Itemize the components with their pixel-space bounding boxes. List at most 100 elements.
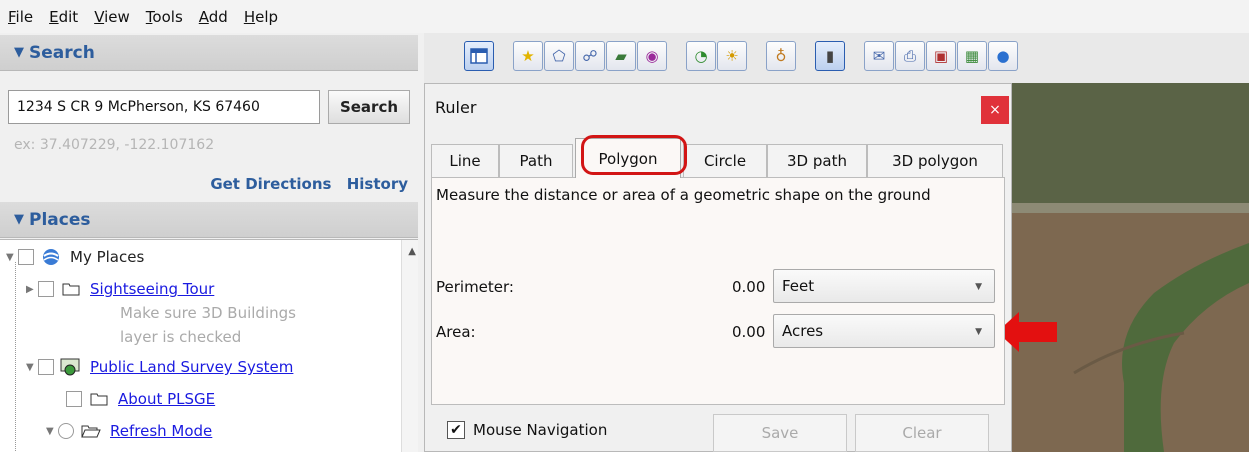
area-label: Area:	[436, 323, 476, 341]
tree-item-link[interactable]: Sightseeing Tour	[90, 280, 214, 298]
save-image-icon: ▣	[933, 47, 949, 65]
tree-item-link[interactable]: About PLSGE	[118, 390, 215, 408]
ruler-tab-panel: Measure the distance or area of a geomet…	[431, 177, 1005, 405]
collapse-triangle-icon: ▼	[14, 212, 24, 227]
tree-item-link[interactable]: Public Land Survey System	[90, 358, 293, 376]
mouse-navigation-option[interactable]: ✔ Mouse Navigation	[447, 421, 607, 439]
tree-item-my-places[interactable]: ▼ My Places	[6, 246, 144, 268]
folder-icon	[60, 281, 82, 297]
tree-guide-line	[15, 262, 16, 452]
tree-item-plss[interactable]: ▼ Public Land Survey System	[26, 356, 293, 378]
add-placemark-button[interactable]: ★	[513, 41, 543, 71]
tree-item-refresh-mode[interactable]: ▼ Refresh Mode	[46, 420, 212, 442]
tab-line[interactable]: Line	[431, 144, 499, 177]
ruler-dialog: Ruler × Line Path Polygon Circle 3D path…	[424, 83, 1012, 452]
left-panel: ▼ Search Search ex: 37.407229, -122.1071…	[0, 35, 418, 452]
tab-circle[interactable]: Circle	[683, 144, 767, 177]
print-button[interactable]: ⎙	[895, 41, 925, 71]
menu-add[interactable]: Add	[199, 8, 228, 26]
open-folder-icon	[80, 423, 102, 439]
search-row: Search	[8, 90, 410, 124]
places-panel-header[interactable]: ▼ Places	[0, 202, 418, 238]
save-button[interactable]: Save	[713, 414, 847, 452]
tree-note: Make sure 3D Buildings	[120, 304, 296, 322]
close-icon: ×	[989, 102, 1001, 118]
tab-3d-path[interactable]: 3D path	[767, 144, 867, 177]
tree-scrollbar[interactable]: ▲	[401, 240, 418, 452]
add-image-overlay-button[interactable]: ▰	[606, 41, 636, 71]
search-panel-header[interactable]: ▼ Search	[0, 35, 418, 71]
search-panel-title: Search	[29, 42, 95, 63]
email-button[interactable]: ✉	[864, 41, 894, 71]
network-link-icon	[60, 358, 82, 376]
save-image-button[interactable]: ▣	[926, 41, 956, 71]
area-value: 0.00	[732, 323, 766, 341]
places-panel-title: Places	[29, 209, 91, 230]
checkbox[interactable]	[38, 359, 54, 375]
clear-button[interactable]: Clear	[855, 414, 989, 452]
planets-icon: ♁	[775, 47, 787, 65]
tree-item-link[interactable]: Refresh Mode	[110, 422, 212, 440]
search-links: Get Directions History	[200, 175, 408, 193]
print-icon: ⎙	[903, 47, 916, 65]
tree-note: layer is checked	[120, 328, 242, 346]
mouse-navigation-checkbox[interactable]: ✔	[447, 421, 465, 439]
expand-arrow-icon[interactable]: ▼	[6, 252, 18, 263]
dropdown-arrow-icon: ▼	[975, 327, 982, 337]
search-hint: ex: 37.407229, -122.107162	[14, 137, 215, 153]
checkbox[interactable]	[18, 249, 34, 265]
image-overlay-icon: ▰	[615, 47, 627, 65]
tab-path[interactable]: Path	[499, 144, 573, 177]
record-tour-button[interactable]: ◉	[637, 41, 667, 71]
earth-button[interactable]: ●	[988, 41, 1018, 71]
email-icon: ✉	[872, 47, 886, 65]
sidebar-toggle-button[interactable]	[464, 41, 494, 71]
menu-view[interactable]: View	[94, 8, 130, 26]
places-tree: ▼ My Places ▶ Sightseeing Tour Make sure…	[0, 239, 418, 452]
checkbox[interactable]	[66, 391, 82, 407]
expand-arrow-icon[interactable]: ▶	[26, 284, 38, 295]
menu-file[interactable]: File	[8, 8, 33, 26]
history-link[interactable]: History	[347, 175, 408, 193]
add-polygon-button[interactable]: ⬠	[544, 41, 574, 71]
close-button[interactable]: ×	[981, 96, 1009, 124]
menu-edit[interactable]: Edit	[49, 8, 78, 26]
get-directions-link[interactable]: Get Directions	[210, 175, 331, 193]
menu-tools[interactable]: Tools	[146, 8, 183, 26]
tree-item-sightseeing-tour[interactable]: ▶ Sightseeing Tour	[26, 278, 214, 300]
checkbox[interactable]	[38, 281, 54, 297]
sunlight-button[interactable]: ☀	[717, 41, 747, 71]
record-tour-icon: ◉	[645, 47, 659, 65]
search-button[interactable]: Search	[328, 90, 410, 124]
perimeter-unit-value: Feet	[782, 277, 815, 295]
ruler-button[interactable]: ▮	[815, 41, 845, 71]
annotation-arrow-icon	[997, 312, 1057, 352]
my-places-globe-icon	[40, 249, 62, 265]
dialog-title: Ruler	[435, 98, 477, 117]
tab-polygon[interactable]: Polygon	[575, 138, 681, 178]
tree-item-label: My Places	[70, 248, 145, 266]
dropdown-arrow-icon: ▼	[975, 282, 982, 292]
view-in-maps-button[interactable]: ▦	[957, 41, 987, 71]
sidebar-icon	[470, 48, 488, 64]
sunlight-icon: ☀	[725, 47, 739, 65]
historical-imagery-button[interactable]: ◔	[686, 41, 716, 71]
perimeter-unit-select[interactable]: Feet ▼	[773, 269, 995, 303]
menu-help[interactable]: Help	[244, 8, 278, 26]
area-unit-select[interactable]: Acres ▼	[773, 314, 995, 348]
perimeter-value: 0.00	[732, 278, 766, 296]
area-unit-value: Acres	[782, 322, 824, 340]
collapse-triangle-icon: ▼	[14, 45, 24, 60]
tree-item-about-plsge[interactable]: About PLSGE	[66, 388, 215, 410]
radio-button[interactable]	[58, 423, 74, 439]
planets-button[interactable]: ♁	[766, 41, 796, 71]
scroll-up-icon[interactable]: ▲	[408, 246, 416, 257]
ruler-icon: ▮	[825, 47, 835, 65]
expand-arrow-icon[interactable]: ▼	[46, 426, 58, 437]
search-input[interactable]	[8, 90, 320, 124]
ruler-description: Measure the distance or area of a geomet…	[436, 186, 931, 204]
toolbar: ★ ⬠ ☍ ▰ ◉ ◔ ☀ ♁ ▮ ✉ ⎙ ▣ ▦ ●	[424, 33, 1249, 83]
tab-3d-polygon[interactable]: 3D polygon	[867, 144, 1003, 177]
add-path-button[interactable]: ☍	[575, 41, 605, 71]
expand-arrow-icon[interactable]: ▼	[26, 362, 38, 373]
